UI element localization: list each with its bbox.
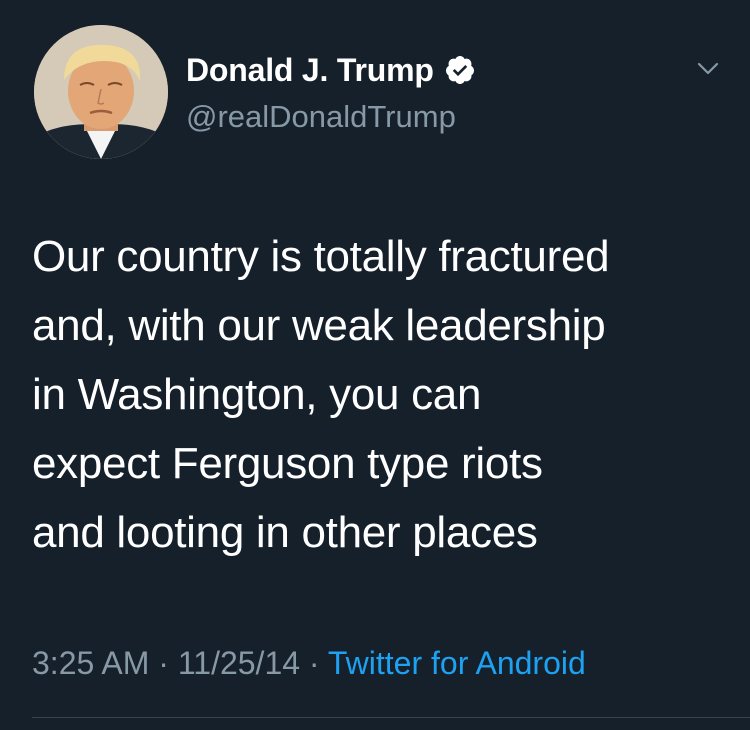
meta-separator: ·: [300, 645, 328, 681]
tweet-date[interactable]: 11/25/14: [178, 645, 300, 681]
tweet-text: Our country is totally fractured and, wi…: [32, 232, 610, 557]
display-name[interactable]: Donald J. Trump: [186, 48, 434, 92]
tweet-meta: 3:25 AM · 11/25/14 · Twitter for Android: [32, 640, 586, 686]
author-handle[interactable]: @realDonaldTrump: [186, 96, 456, 138]
avatar[interactable]: [34, 25, 168, 159]
tweet-card: Donald J. Trump @realDonaldTrump Our cou…: [0, 0, 750, 730]
meta-separator: ·: [149, 645, 178, 681]
tweet-source-link[interactable]: Twitter for Android: [328, 645, 586, 681]
author-name-row[interactable]: Donald J. Trump: [186, 48, 476, 92]
chevron-down-icon[interactable]: [693, 56, 723, 80]
verified-badge-icon: [444, 54, 476, 86]
divider: [32, 717, 750, 718]
tweet-time[interactable]: 3:25 AM: [32, 645, 149, 681]
